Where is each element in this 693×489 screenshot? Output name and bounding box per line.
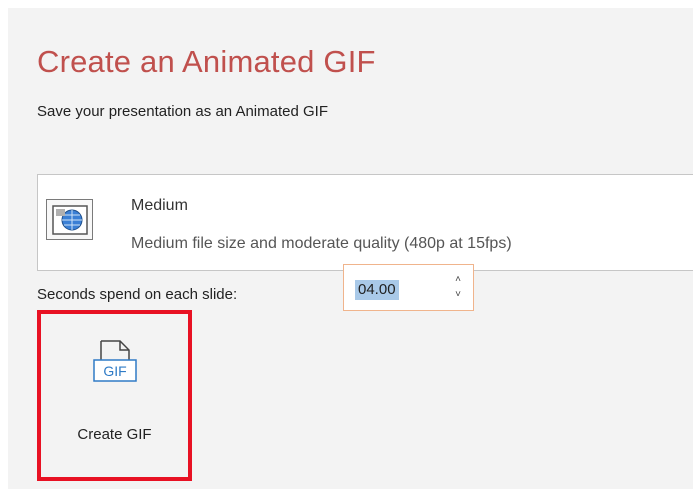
gif-export-panel: Create an Animated GIF Save your present… (8, 8, 693, 489)
quality-dropdown[interactable]: Medium Medium file size and moderate qua… (37, 174, 693, 271)
chevron-down-icon[interactable]: ˅ (451, 289, 465, 301)
gif-icon-text: GIF (103, 363, 126, 379)
page-title: Create an Animated GIF (37, 44, 376, 79)
seconds-per-slide-label: Seconds spend on each slide: (37, 286, 238, 303)
quality-description: Medium file size and moderate quality (4… (131, 235, 512, 252)
seconds-per-slide-input[interactable]: 04.00 (355, 280, 399, 300)
create-gif-button[interactable]: GIF Create GIF (37, 310, 192, 481)
gif-file-icon: GIF (90, 340, 140, 397)
chevron-up-icon[interactable]: ˄ (451, 274, 465, 286)
create-gif-label: Create GIF (77, 426, 152, 443)
quality-monitor-icon (46, 199, 93, 240)
page-subtitle: Save your presentation as an Animated GI… (37, 103, 328, 120)
seconds-per-slide-stepper[interactable]: 04.00 ˄ ˅ (343, 264, 474, 311)
quality-name: Medium (131, 197, 188, 214)
